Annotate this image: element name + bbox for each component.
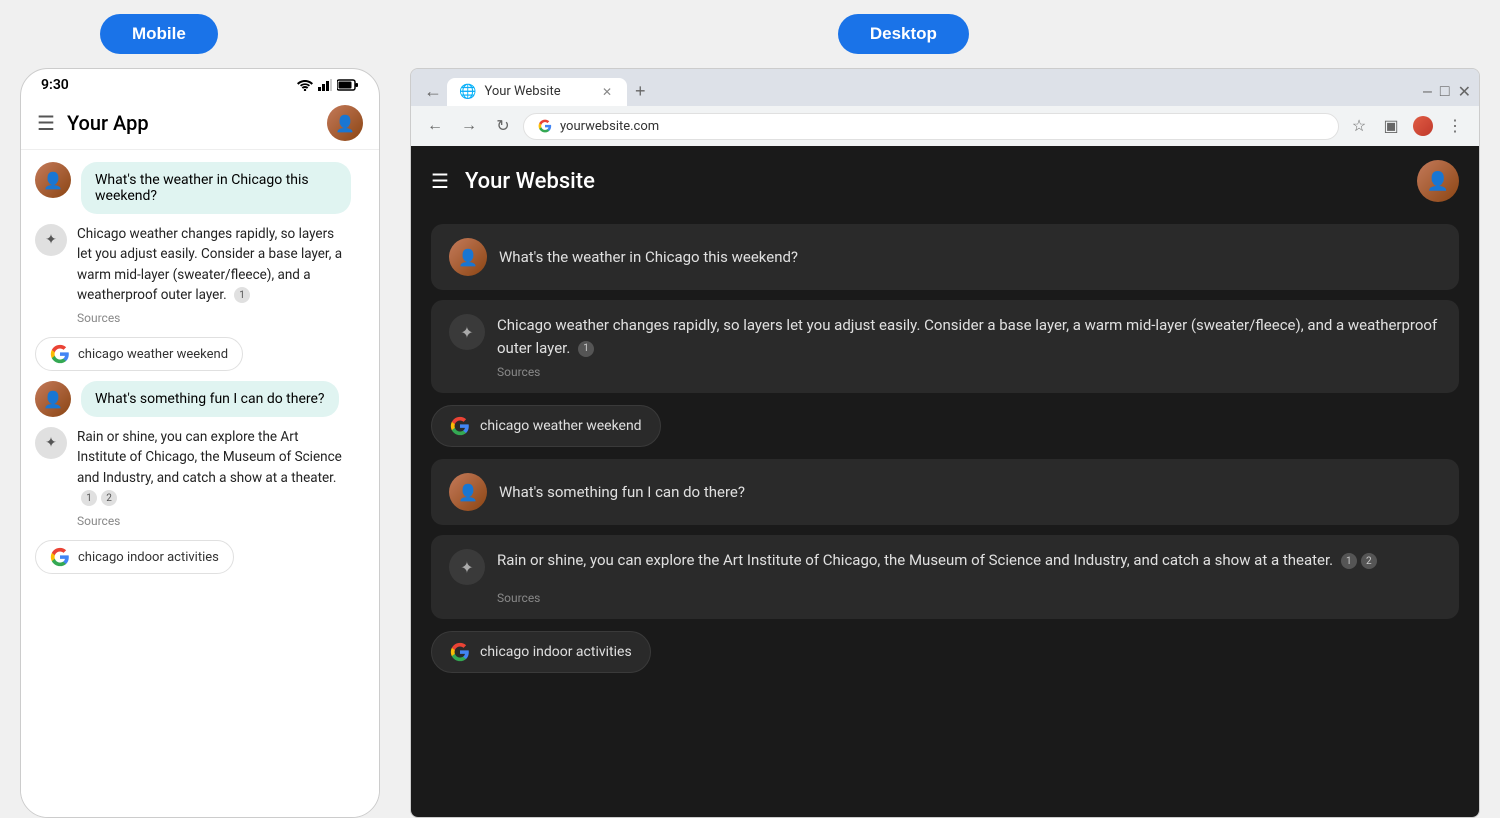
mobile-google-pill-2[interactable]: chicago indoor activities — [35, 540, 234, 574]
desktop-menu-icon[interactable]: ☰ — [431, 169, 449, 193]
mobile-user-avatar-1: 👤 — [35, 162, 71, 198]
phone-app-header: ☰ Your App 👤 — [21, 97, 379, 150]
close-window-button[interactable]: ✕ — [1458, 82, 1471, 102]
mobile-ai-bubble-2: Rain or shine, you can explore the Art I… — [77, 427, 347, 530]
maximize-button[interactable]: □ — [1440, 83, 1450, 101]
browser-tab-row: ← 🌐 Your Website ✕ + – □ ✕ — [411, 69, 1479, 106]
desktop-user-message-2: 👤 What's something fun I can do there? — [431, 459, 1459, 525]
desktop-google-logo-2 — [450, 642, 470, 662]
desktop-ai-top-1: ✦ Chicago weather changes rapidly, so la… — [449, 314, 1441, 359]
battery-icon — [337, 79, 359, 91]
desktop-search-query-2: chicago indoor activities — [480, 644, 632, 660]
address-url: yourwebsite.com — [560, 119, 659, 134]
desktop-google-pill-2[interactable]: chicago indoor activities — [431, 631, 651, 673]
mobile-search-row-1: chicago weather weekend — [35, 337, 365, 371]
main-layout: 9:30 — [0, 68, 1500, 818]
mobile-user-avatar-2: 👤 — [35, 381, 71, 417]
browser-chrome: ← 🌐 Your Website ✕ + – □ ✕ ← — [411, 69, 1479, 146]
desktop-user-text-2: What's something fun I can do there? — [499, 483, 745, 501]
mobile-button[interactable]: Mobile — [100, 14, 218, 54]
browser-nav-bar: ← → ↻ yourwebsite.com ☆ ▣ — [411, 106, 1479, 146]
window-controls: – □ ✕ — [1423, 82, 1471, 102]
mobile-ai-icon-1: ✦ — [35, 224, 67, 256]
desktop-google-pill-1[interactable]: chicago weather weekend — [431, 405, 661, 447]
status-icons — [297, 79, 359, 91]
mobile-search-query-2: chicago indoor activities — [78, 550, 219, 565]
desktop-ai-text-2: Rain or shine, you can explore the Art I… — [497, 549, 1377, 572]
mobile-user-bubble-2: What's something fun I can do there? — [81, 381, 339, 417]
desktop-chat-area: 👤 What's the weather in Chicago this wee… — [411, 216, 1479, 817]
desktop-site-header: ☰ Your Website 👤 — [411, 146, 1479, 216]
source-badge-2b: 2 — [101, 490, 117, 506]
browser-actions: ☆ ▣ ⋮ — [1345, 112, 1469, 140]
desktop-user-avatar-1: 👤 — [449, 238, 487, 276]
source-badge-1: 1 — [234, 287, 250, 303]
status-time: 9:30 — [41, 77, 69, 93]
mobile-user-message-2: 👤 What's something fun I can do there? — [35, 381, 365, 417]
desktop-search-query-1: chicago weather weekend — [480, 418, 642, 434]
desktop-source-badge-1: 1 — [578, 341, 594, 357]
desktop-ai-icon-1: ✦ — [449, 314, 485, 350]
desktop-ai-text-1: Chicago weather changes rapidly, so laye… — [497, 314, 1441, 359]
browser-tab-active[interactable]: 🌐 Your Website ✕ — [447, 78, 627, 106]
extension-button[interactable]: ▣ — [1377, 112, 1405, 140]
desktop-sources-1: Sources — [449, 365, 1441, 379]
nav-back-button[interactable]: ← — [421, 112, 449, 140]
desktop-google-logo-1 — [450, 416, 470, 436]
mobile-user-avatar[interactable]: 👤 — [327, 105, 363, 141]
desktop-ai-icon-2: ✦ — [449, 549, 485, 585]
desktop-content-area: ☰ Your Website 👤 👤 What's the weather in… — [411, 146, 1479, 817]
mobile-menu-icon[interactable]: ☰ — [37, 111, 55, 135]
mobile-google-pill-1[interactable]: chicago weather weekend — [35, 337, 243, 371]
nav-forward-button[interactable]: → — [455, 112, 483, 140]
desktop-ai-message-2: ✦ Rain or shine, you can explore the Art… — [431, 535, 1459, 619]
desktop-user-message-1: 👤 What's the weather in Chicago this wee… — [431, 224, 1459, 290]
mobile-ai-bubble-1: Chicago weather changes rapidly, so laye… — [77, 224, 347, 327]
sources-label-2: Sources — [77, 512, 347, 530]
mobile-chat-area[interactable]: 👤 What's the weather in Chicago this wee… — [21, 150, 379, 817]
sources-label-1: Sources — [77, 309, 347, 327]
address-bar[interactable]: yourwebsite.com — [523, 113, 1339, 140]
mode-selector: Mobile Desktop — [0, 0, 1500, 68]
desktop-source-badge-2b: 2 — [1361, 553, 1377, 569]
source-badge-2a: 1 — [81, 490, 97, 506]
google-favicon-address — [538, 119, 552, 133]
tab-title: Your Website — [484, 84, 560, 99]
mobile-app-title: Your App — [67, 111, 327, 135]
mobile-search-query-1: chicago weather weekend — [78, 347, 228, 362]
desktop-browser-frame: ← 🌐 Your Website ✕ + – □ ✕ ← — [410, 68, 1480, 818]
minimize-button[interactable]: – — [1423, 83, 1432, 101]
tab-close-button[interactable]: ✕ — [599, 84, 615, 100]
wifi-icon — [297, 79, 313, 91]
mobile-user-bubble-1: What's the weather in Chicago this weeke… — [81, 162, 351, 214]
menu-dots-button[interactable]: ⋮ — [1441, 112, 1469, 140]
desktop-ai-message-1: ✦ Chicago weather changes rapidly, so la… — [431, 300, 1459, 393]
mobile-search-row-2: chicago indoor activities — [35, 540, 365, 574]
google-logo-2 — [50, 547, 70, 567]
desktop-ai-top-2: ✦ Rain or shine, you can explore the Art… — [449, 549, 1441, 585]
nav-refresh-button[interactable]: ↻ — [489, 112, 517, 140]
desktop-sources-2: Sources — [449, 591, 1441, 605]
mobile-ai-message-1: ✦ Chicago weather changes rapidly, so la… — [35, 224, 365, 327]
mobile-ai-icon-2: ✦ — [35, 427, 67, 459]
desktop-site-title: Your Website — [465, 169, 1401, 194]
desktop-user-avatar-2: 👤 — [449, 473, 487, 511]
desktop-user-avatar[interactable]: 👤 — [1417, 160, 1459, 202]
mobile-phone-frame: 9:30 — [20, 68, 380, 818]
browser-back-button[interactable]: ← — [419, 78, 447, 106]
google-logo-1 — [50, 344, 70, 364]
new-tab-button[interactable]: + — [627, 77, 654, 106]
tab-favicon: 🌐 — [459, 84, 476, 100]
desktop-user-text-1: What's the weather in Chicago this weeke… — [499, 248, 798, 266]
mobile-user-message-1: 👤 What's the weather in Chicago this wee… — [35, 162, 365, 214]
desktop-button[interactable]: Desktop — [838, 14, 969, 54]
status-bar: 9:30 — [21, 69, 379, 97]
profile-button[interactable] — [1409, 112, 1437, 140]
desktop-source-badge-2a: 1 — [1341, 553, 1357, 569]
mobile-ai-message-2: ✦ Rain or shine, you can explore the Art… — [35, 427, 365, 530]
bookmark-button[interactable]: ☆ — [1345, 112, 1373, 140]
signal-icon — [318, 79, 332, 91]
